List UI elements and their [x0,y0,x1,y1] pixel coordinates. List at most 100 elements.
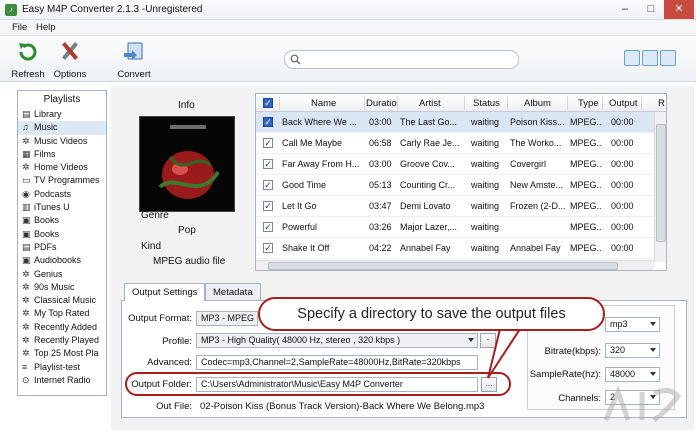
profile-label: Profile: [162,336,192,347]
cell-type: MPEG... [570,180,602,190]
book-icon: ▣ [22,228,31,239]
convert-button[interactable]: Convert [115,39,153,80]
tab-metadata[interactable]: Metadata [205,283,261,300]
toolbar: Refresh Options Convert [0,36,696,82]
sidebar-item-itunes-u[interactable]: ▥ iTunes U [18,201,106,214]
table-row[interactable]: ✓ Shake It Off 04:22 Annabel Fay waiting Anna… [256,238,654,259]
view-mode-2-button[interactable] [642,50,658,66]
bitrate-select[interactable]: 320 [605,343,660,358]
podcast-icon: ◉ [22,188,30,199]
codec-format-select[interactable]: mp3 [605,317,660,332]
horizontal-scroll-thumb[interactable] [268,262,618,270]
view-mode-1-button[interactable] [624,50,640,66]
menu-file[interactable]: File [12,22,27,33]
sidebar-item-top-25-most-pla[interactable]: ✲ Top 25 Most Pla [18,347,106,360]
cell-duration: 03:47 [369,201,392,211]
sidebar-item-genius[interactable]: ✲ Genius [18,268,106,281]
table-vertical-scrollbar[interactable] [654,112,666,262]
kind-value: MPEG audio file [153,256,226,267]
gear-icon: ✲ [22,281,30,292]
chevron-down-icon [650,322,656,326]
sidebar-item-playlist-test[interactable]: ≡ Playlist-test [18,361,106,374]
table-row[interactable]: ✓ Call Me Maybe 06:58 Carly Rae Je... waitin… [256,133,654,154]
row-checkbox[interactable]: ✓ [263,222,273,232]
cell-status: waiting [471,159,500,169]
column-album[interactable]: Album [524,98,551,109]
sidebar-item-music-videos[interactable]: ✲ Music Videos [18,135,106,148]
profile-edit-button[interactable]: - [480,333,496,348]
music-note-icon: ♫ [22,122,29,133]
sidebar-item-90s-music[interactable]: ✲ 90s Music [18,281,106,294]
playlists-sidebar: Playlists ▤ Library ♫ Music ✲ Music Videos ▦ Fi… [17,90,107,396]
advanced-field[interactable]: Codec=mp3,Channel=2,SampleRate=48000Hz,B… [196,355,478,370]
cell-name: Shake It Off [282,243,330,253]
table-row[interactable]: ✓ Far Away From H... 03:00 Groove Cov... wai… [256,154,654,175]
output-format-select[interactable]: MP3 - MPEG [196,311,258,326]
sidebar-item-recently-played[interactable]: ✲ Recently Played [18,334,106,347]
profile-select[interactable]: MP3 - High Quality( 48000 Hz, stereo , 3… [196,333,478,348]
row-checkbox[interactable]: ✓ [263,201,273,211]
column-r[interactable]: R [658,98,665,109]
sidebar-item-books[interactable]: ▣ Books [18,214,106,227]
row-checkbox[interactable]: ✓ [263,138,273,148]
table-row[interactable]: ✓ Powerful 03:26 Major Lazer,... waiting MPEG… [256,217,654,238]
sidebar-item-internet-radio[interactable]: ⊙ Internet Radio [18,374,106,387]
sidebar-item-home-videos[interactable]: ✲ Home Videos [18,161,106,174]
track-table: ✓ Name Duration Artist Status Album Type… [255,93,667,271]
sidebar-item-podcasts[interactable]: ◉ Podcasts [18,188,106,201]
sidebar-item-tv-programmes[interactable]: ▭ TV Programmes [18,174,106,187]
options-button[interactable]: Options [52,39,88,80]
library-icon: ▤ [22,109,31,119]
sidebar-item-recently-added[interactable]: ✲ Recently Added [18,321,106,334]
channels-label: Channels: [558,393,601,404]
close-button[interactable]: ✕ [664,0,694,19]
cell-album: The Worko... [510,138,562,148]
sidebar-item-library[interactable]: ▤ Library [18,108,106,121]
vertical-scroll-thumb[interactable] [656,124,666,242]
column-output[interactable]: Output [609,98,638,109]
sidebar-item-pdfs[interactable]: ▤ PDFs [18,241,106,254]
playlist-list: ▤ Library ♫ Music ✲ Music Videos ▦ Films ✲ Home V… [18,108,106,387]
cell-album: Annabel Fay [510,243,561,253]
search-input[interactable] [284,50,519,69]
refresh-button[interactable]: Refresh [11,39,45,80]
cell-artist: The Last Go... [400,117,458,127]
menu-help[interactable]: Help [36,22,56,33]
samplerate-value: 48000 [610,369,636,379]
column-status[interactable]: Status [473,98,500,109]
cell-status: waiting [471,201,500,211]
sidebar-item-my-top-rated[interactable]: ✲ My Top Rated [18,307,106,320]
playlists-header: Playlists [43,94,81,105]
album-art [139,116,235,212]
cell-type: MPEG... [570,201,602,211]
itunes-u-icon: ▥ [22,202,31,213]
table-horizontal-scrollbar[interactable] [256,260,654,270]
minimize-button[interactable]: – [612,0,638,19]
column-artist[interactable]: Artist [419,98,441,109]
maximize-button[interactable]: □ [638,0,664,19]
sidebar-item-books[interactable]: ▣ Books [18,228,106,241]
table-row[interactable]: ✓ Back Where We ... 03:00 The Last Go... wai… [256,112,654,133]
column-type[interactable]: Type [578,98,599,109]
cell-output: 00:00 [611,201,634,211]
column-name[interactable]: Name [311,98,336,109]
sidebar-item-label: iTunes U [34,202,70,213]
sidebar-item-films[interactable]: ▦ Films [18,148,106,161]
sidebar-item-music[interactable]: ♫ Music [18,121,106,135]
view-mode-3-button[interactable] [660,50,676,66]
row-checkbox[interactable]: ✓ [263,243,273,253]
tab-output-settings[interactable]: Output Settings [124,283,206,301]
column-duration[interactable]: Duration [366,98,397,109]
info-header: Info [178,100,195,111]
sidebar-item-classical-music[interactable]: ✲ Classical Music [18,294,106,307]
row-checkbox[interactable]: ✓ [263,159,273,169]
table-row[interactable]: ✓ Good Time 05:13 Counting Cr... waiting New … [256,175,654,196]
select-all-checkbox[interactable]: ✓ [263,98,273,108]
app-icon: ♪ [5,4,17,16]
row-checkbox[interactable]: ✓ [263,117,273,127]
sidebar-item-label: Internet Radio [34,374,91,385]
cell-duration: 05:13 [369,180,392,190]
table-row[interactable]: ✓ Let It Go 03:47 Demi Lovato waiting Frozen … [256,196,654,217]
sidebar-item-audiobooks[interactable]: ▣ Audiobooks [18,254,106,267]
row-checkbox[interactable]: ✓ [263,180,273,190]
